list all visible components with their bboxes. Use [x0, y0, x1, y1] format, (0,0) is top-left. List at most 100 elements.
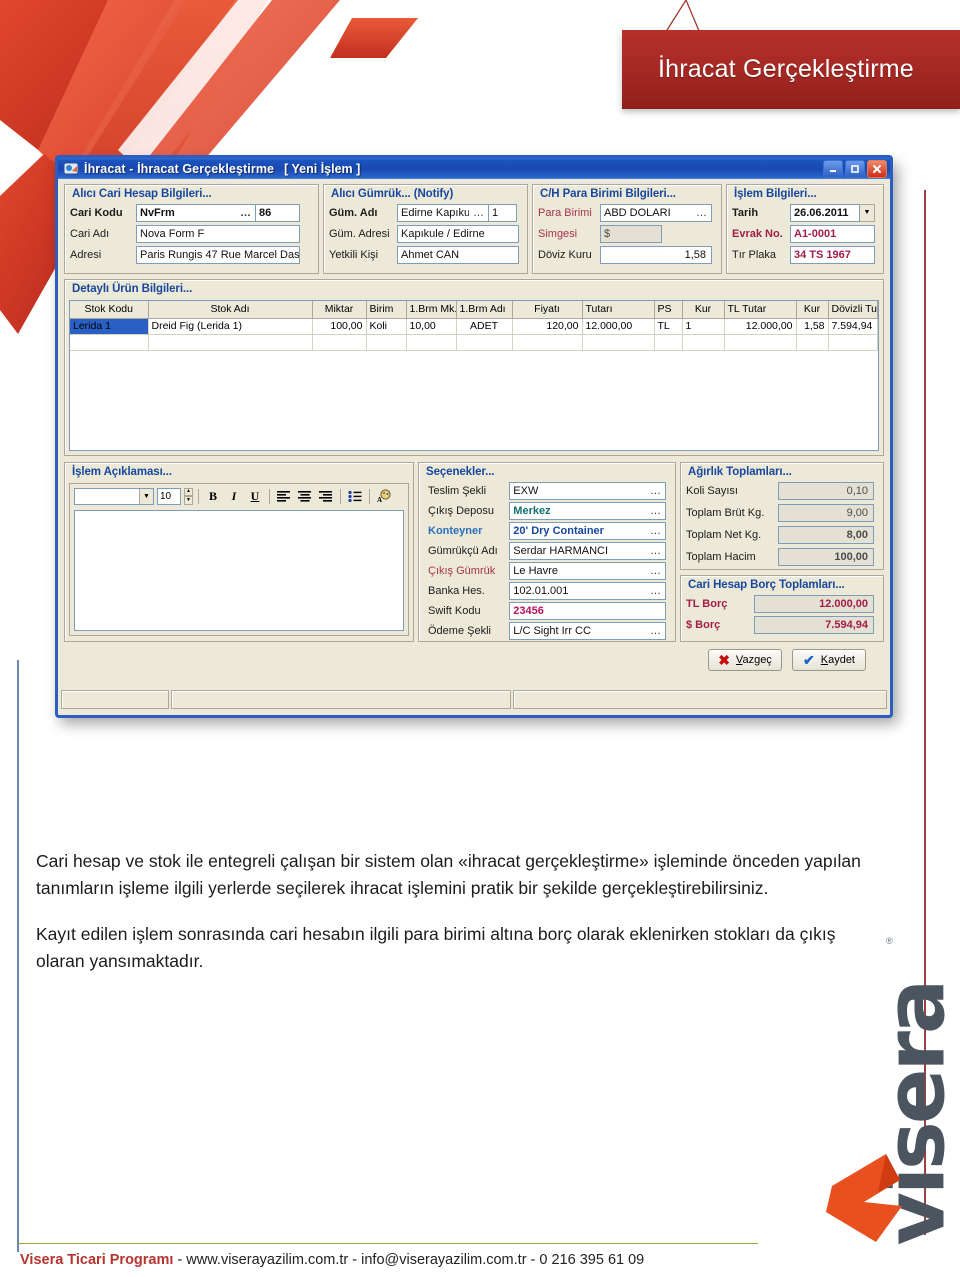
col-tl-tutar[interactable]: TL Tutar: [724, 301, 797, 319]
cell-empty: [724, 334, 797, 351]
product-grid[interactable]: Stok Kodu Stok Adı Miktar Birim 1.Brm Mk…: [69, 300, 879, 451]
input-gumrukcu-adi[interactable]: Serdar HARMANCI …: [509, 541, 666, 560]
window-titlebar[interactable]: İhracat - İhracat Gerçekleştirme [ Yeni …: [55, 155, 893, 179]
save-button-label: Kaydet: [820, 654, 855, 666]
input-gum-adresi[interactable]: Kapıkule / Edirne: [397, 224, 519, 243]
stepper-up-icon[interactable]: ▲: [184, 487, 193, 496]
save-button[interactable]: ✔ Kaydet: [792, 649, 866, 671]
input-banka-hes[interactable]: 102.01.001 …: [509, 581, 666, 600]
input-gum-adi[interactable]: Edirne Kapıkule ı …: [397, 203, 489, 222]
font-size-input[interactable]: 10: [157, 487, 181, 505]
input-cari-adi[interactable]: Nova Form F: [136, 224, 300, 243]
input-teslim-sekli[interactable]: EXW …: [509, 481, 666, 500]
cell-empty: [828, 334, 878, 351]
paragraph-1: Cari hesap ve stok ile entegreli çalışan…: [36, 851, 861, 898]
ellipsis-icon-gum-adi[interactable]: …: [469, 207, 485, 219]
minimize-button[interactable]: [823, 159, 843, 178]
align-left-icon[interactable]: [275, 487, 293, 505]
input-cikis-gumruk[interactable]: Le Havre …: [509, 561, 666, 580]
ellipsis-icon-para-birimi[interactable]: …: [692, 207, 708, 219]
cell-tl-tutar: 12.000,00: [724, 318, 797, 335]
cell-empty: [654, 334, 683, 351]
ellipsis-icon-cari-kodu[interactable]: …: [236, 207, 252, 219]
group-title-balances: Cari Hesap Borç Toplamları...: [688, 579, 845, 591]
field-row-cikis-deposu: Çıkış Deposu Merkez …: [423, 501, 671, 520]
maximize-button[interactable]: [845, 159, 865, 178]
font-family-select[interactable]: ▼: [74, 487, 154, 505]
input-konteyner[interactable]: 20' Dry Container …: [509, 521, 666, 540]
col-brm-mk[interactable]: 1.Brm Mk.: [406, 301, 457, 319]
input-doviz-kuru[interactable]: 1,58: [600, 245, 712, 264]
align-right-icon[interactable]: [317, 487, 335, 505]
col-birim[interactable]: Birim: [366, 301, 407, 319]
action-buttons: ✖ Vazgeç ✔ Kaydet: [708, 649, 866, 671]
italic-icon[interactable]: I: [225, 487, 243, 505]
ellipsis-icon-odeme-sekli[interactable]: …: [646, 625, 662, 637]
value-gum-adresi: Kapıkule / Edirne: [401, 227, 485, 240]
bold-icon[interactable]: B: [204, 487, 222, 505]
ellipsis-icon-konteyner[interactable]: …: [646, 525, 662, 537]
value-swift-kodu: 23456: [513, 604, 544, 617]
col-kur[interactable]: Kur: [682, 301, 725, 319]
close-button[interactable]: [867, 159, 887, 178]
input-tl-borc: 12.000,00: [754, 594, 874, 613]
underline-icon[interactable]: U: [246, 487, 264, 505]
input-swift-kodu[interactable]: 23456: [509, 601, 666, 620]
input-para-birimi[interactable]: ABD DOLARI …: [600, 203, 712, 222]
col-dovizli-tutar[interactable]: Dövizli Tuta: [828, 301, 878, 319]
ellipsis-icon-gumrukcu-adi[interactable]: …: [646, 545, 662, 557]
ellipsis-icon-teslim-sekli[interactable]: …: [646, 485, 662, 497]
col-fiyati[interactable]: Fiyatı: [512, 301, 583, 319]
ellipsis-icon-cikis-deposu[interactable]: …: [646, 505, 662, 517]
chevron-down-icon-font[interactable]: ▼: [139, 488, 153, 504]
input-cari-kodu[interactable]: NvFrm …: [136, 203, 256, 222]
cancel-button[interactable]: ✖ Vazgeç: [708, 649, 782, 671]
field-row-konteyner: Konteyner 20' Dry Container …: [423, 521, 671, 540]
table-row-empty[interactable]: [70, 334, 878, 351]
input-adresi[interactable]: Paris Rungis 47 Rue Marcel Dassaul: [136, 245, 300, 264]
save-rest: aydet: [828, 654, 855, 666]
col-miktar[interactable]: Miktar: [312, 301, 367, 319]
group-products: Detaylı Ürün Bilgileri... Stok Kodu Stok…: [64, 279, 884, 456]
editor-toolbar: ▼ 10 ▲ ▼ B I U A: [70, 484, 408, 508]
input-tir-plaka[interactable]: 34 TS 1967: [790, 245, 875, 264]
col-brm-adi[interactable]: 1.Brm Adı: [456, 301, 513, 319]
bullet-list-icon[interactable]: [346, 487, 364, 505]
window-buttons: [823, 159, 887, 178]
page-title: İhracat Gerçekleştirme: [658, 55, 914, 83]
cell-kur: 1: [682, 318, 725, 335]
toolbar-separator: [369, 488, 370, 504]
visera-swoosh-icon: [826, 1154, 902, 1242]
input-tarih[interactable]: 26.06.2011: [790, 203, 860, 222]
cell-empty: [512, 334, 583, 351]
input-cikis-deposu[interactable]: Merkez …: [509, 501, 666, 520]
input-gum-adi-extra[interactable]: 1: [489, 203, 517, 222]
col-ps[interactable]: PS: [654, 301, 683, 319]
col-stok-kodu[interactable]: Stok Kodu: [70, 301, 149, 319]
description-textarea[interactable]: [74, 510, 404, 631]
field-row-gum-adi: Güm. Adı Edirne Kapıkule ı … 1: [324, 203, 527, 222]
chevron-down-icon-tarih[interactable]: ▼: [860, 203, 875, 222]
col-kur2[interactable]: Kur: [796, 301, 829, 319]
input-odeme-sekli[interactable]: L/C Sight Irr CC …: [509, 621, 666, 640]
value-hacim: 100,00: [834, 550, 868, 563]
ellipsis-icon-cikis-gumruk[interactable]: …: [646, 565, 662, 577]
input-yetkili-kisi[interactable]: Ahmet CAN: [397, 245, 519, 264]
ellipsis-icon-banka-hes[interactable]: …: [646, 585, 662, 597]
table-row[interactable]: Lerida 1 Dreid Fig (Lerida 1) 100,00 Kol…: [70, 318, 878, 335]
value-net-kg: 8,00: [846, 528, 868, 541]
value-yetkili-kisi: Ahmet CAN: [401, 248, 460, 261]
value-usd-borc: 7.594,94: [825, 618, 868, 631]
align-center-icon[interactable]: [296, 487, 314, 505]
font-size-stepper[interactable]: ▲ ▼: [184, 487, 193, 505]
font-color-icon[interactable]: A: [375, 487, 393, 505]
input-koli-sayisi: 0,10: [778, 481, 874, 500]
col-tutari[interactable]: Tutarı: [582, 301, 655, 319]
cell-empty: [312, 334, 367, 351]
input-evrak-no[interactable]: A1-0001: [790, 224, 875, 243]
value-odeme-sekli: L/C Sight Irr CC: [513, 624, 591, 637]
registered-mark: ®: [886, 936, 893, 946]
stepper-down-icon[interactable]: ▼: [184, 496, 193, 505]
input-cari-kodu-extra[interactable]: 86: [256, 203, 300, 222]
col-stok-adi[interactable]: Stok Adı: [148, 301, 313, 319]
